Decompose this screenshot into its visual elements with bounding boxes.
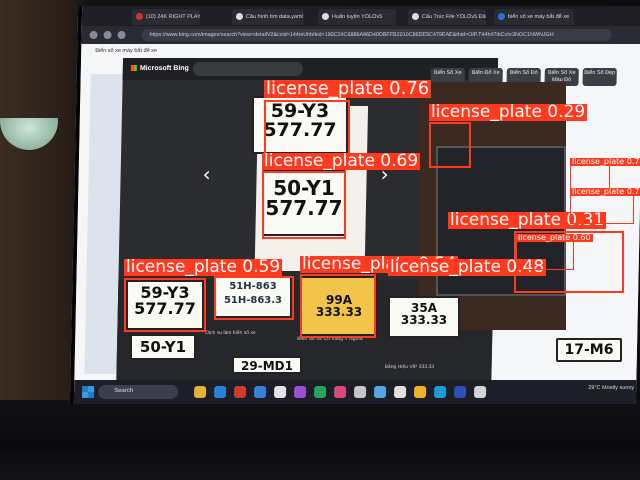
detection-box — [516, 240, 574, 270]
detection-label: license_plate 0.7 — [570, 187, 640, 196]
detection-label: license_plate 0.69 — [262, 151, 421, 171]
detection-label: license_plate 0.59 — [124, 257, 283, 277]
detection-box — [214, 276, 294, 320]
detection-box — [124, 278, 206, 332]
detection-box — [264, 100, 350, 158]
detection-label: license_plate 0.7 — [570, 157, 640, 166]
detection-label: license_plate 0.76 — [264, 78, 432, 99]
detection-label: license_plate 0.29 — [429, 102, 588, 122]
detection-label: license_plate 0.60 — [516, 233, 593, 242]
detection-box — [429, 122, 471, 168]
detection-box — [262, 171, 346, 239]
detection-overlay: license_plate 0.76 license_plate 0.29 li… — [0, 0, 640, 480]
detection-box — [300, 274, 376, 338]
detection-box — [570, 194, 634, 224]
